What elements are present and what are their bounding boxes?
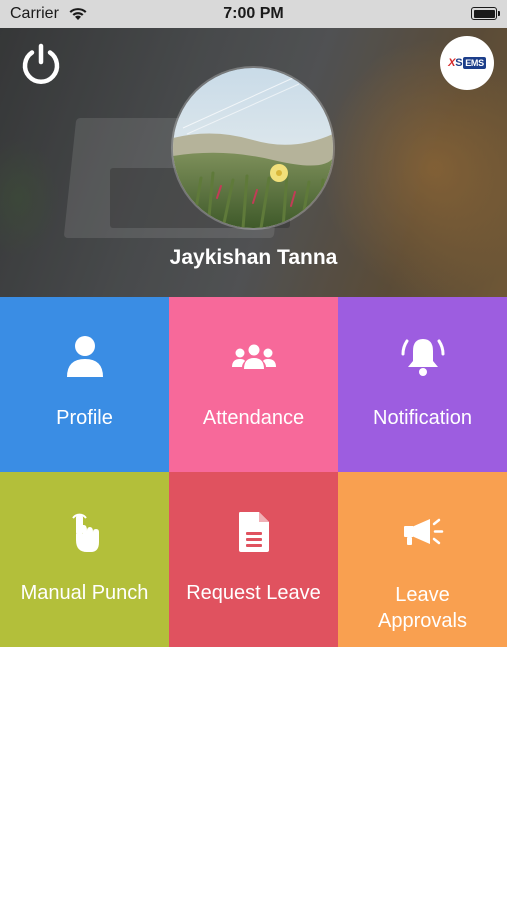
status-bar: Carrier 7:00 PM [0, 0, 507, 28]
profile-header: X S EMS Jaykishan Tanna [0, 28, 507, 297]
battery-icon [471, 7, 500, 20]
attendance-label: Attendance [202, 407, 305, 429]
user-name: Jaykishan Tanna [169, 246, 338, 269]
group-icon [169, 335, 338, 379]
tap-hand-icon [0, 510, 169, 554]
notification-label: Notification [373, 407, 472, 429]
attendance-tile[interactable]: Attendance [169, 297, 338, 472]
power-icon[interactable] [17, 40, 65, 88]
avatar[interactable] [173, 68, 333, 228]
notification-tile[interactable]: Notification [338, 297, 507, 472]
person-icon [0, 335, 169, 379]
request-leave-tile[interactable]: Request Leave [169, 472, 338, 647]
profile-label: Profile [56, 407, 113, 429]
request-leave-label: Request Leave [186, 582, 321, 604]
manual-punch-label: Manual Punch [20, 582, 149, 604]
manual-punch-tile[interactable]: Manual Punch [0, 472, 169, 647]
company-logo: X S EMS [440, 36, 494, 90]
megaphone-icon [338, 510, 507, 554]
bell-icon [338, 335, 507, 379]
profile-tile[interactable]: Profile [0, 297, 169, 472]
status-time: 7:00 PM [223, 5, 284, 22]
leave-approvals-label: Leave Approvals [378, 584, 467, 632]
document-icon [169, 510, 338, 554]
leave-approvals-tile[interactable]: Leave Approvals [338, 472, 507, 647]
